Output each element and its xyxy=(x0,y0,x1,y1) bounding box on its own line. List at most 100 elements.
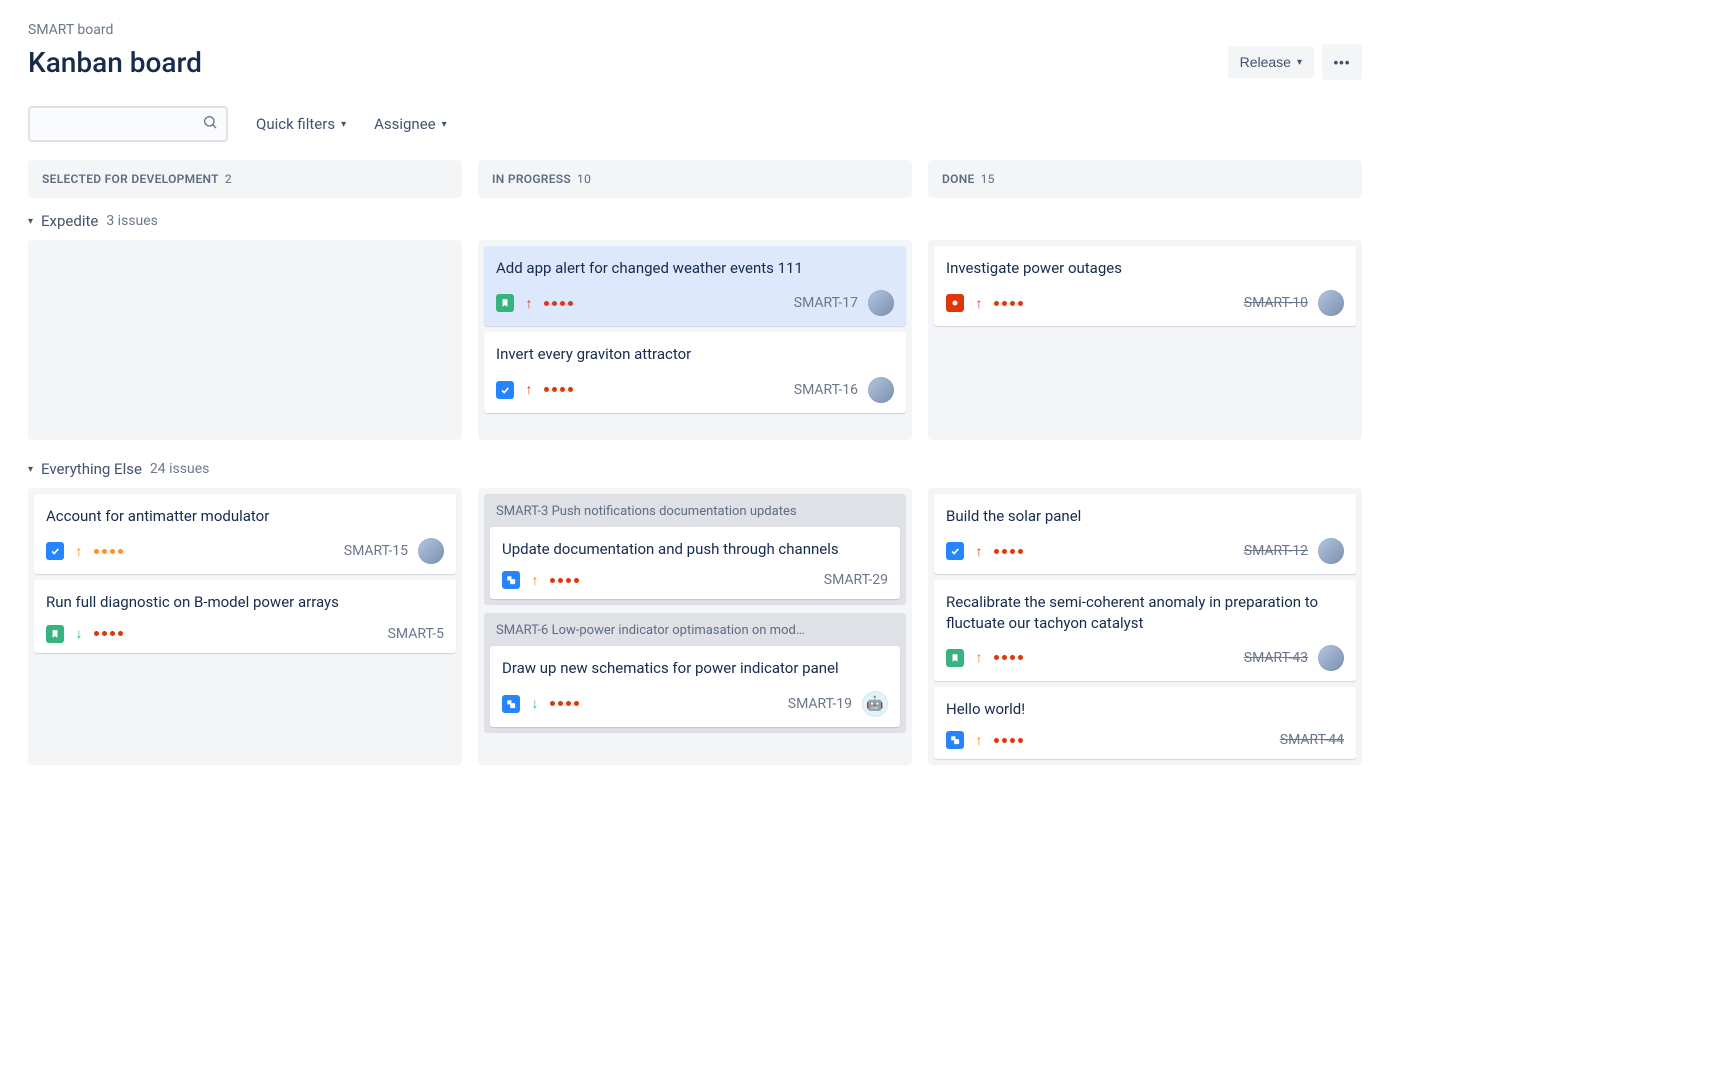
avatar[interactable] xyxy=(868,377,894,403)
story-icon xyxy=(946,649,964,667)
columns-header: SELECTED FOR DEVELOPMENT 2 IN PROGRESS 1… xyxy=(28,160,1362,198)
swimlane-expedite: Add app alert for changed weather events… xyxy=(28,240,1362,440)
avatar[interactable] xyxy=(1318,645,1344,671)
swimlane-name: Expedite xyxy=(41,212,98,230)
group-label: Low-power indicator optimasation on mod… xyxy=(552,623,805,638)
bug-icon xyxy=(946,294,964,312)
issue-key: SMART-15 xyxy=(344,543,408,559)
issue-card[interactable]: Build the solar panel ↑ SMART-12 xyxy=(934,494,1356,574)
column-name: DONE xyxy=(942,172,975,186)
column-name: IN PROGRESS xyxy=(492,172,571,186)
column-body[interactable]: SMART-3 Push notifications documentation… xyxy=(478,488,912,765)
header-actions: Release ▾ ••• xyxy=(1228,44,1362,80)
more-button[interactable]: ••• xyxy=(1322,44,1362,80)
issue-key: SMART-17 xyxy=(794,295,858,311)
issue-key: SMART-44 xyxy=(1280,732,1344,748)
priority-low-icon: ↓ xyxy=(72,625,86,642)
swimlane-header-expedite[interactable]: ▾ Expedite 3 issues xyxy=(28,212,1362,230)
swimlane-name: Everything Else xyxy=(41,460,142,478)
priority-medium-icon: ↑ xyxy=(972,649,986,666)
priority-high-icon: ↑ xyxy=(522,381,536,398)
avatar[interactable] xyxy=(1318,290,1344,316)
column-count: 10 xyxy=(577,172,591,186)
avatar[interactable]: 🤖 xyxy=(862,691,888,717)
column-count: 15 xyxy=(981,172,995,186)
chevron-down-icon: ▾ xyxy=(442,119,447,130)
more-icon: ••• xyxy=(1334,55,1351,70)
subtask-icon xyxy=(502,571,520,589)
priority-low-icon: ↓ xyxy=(528,695,542,712)
column-header[interactable]: IN PROGRESS 10 xyxy=(478,160,912,198)
age-dots-icon xyxy=(994,549,1023,554)
age-dots-icon xyxy=(994,301,1023,306)
swimlane-header-everything-else[interactable]: ▾ Everything Else 24 issues xyxy=(28,460,1362,478)
card-footer: ↑ SMART-44 xyxy=(946,731,1344,749)
release-button[interactable]: Release ▾ xyxy=(1228,46,1314,78)
card-footer: ↓ SMART-19 🤖 xyxy=(502,691,888,717)
task-icon xyxy=(496,381,514,399)
age-dots-icon xyxy=(994,655,1023,660)
card-title: Recalibrate the semi-coherent anomaly in… xyxy=(946,592,1344,633)
issue-card[interactable]: Hello world! ↑ SMART-44 xyxy=(934,687,1356,759)
card-footer: ↑ SMART-15 xyxy=(46,538,444,564)
issue-key: SMART-10 xyxy=(1244,295,1308,311)
issue-card[interactable]: Investigate power outages ↑ SMART-10 xyxy=(934,246,1356,326)
age-dots-icon xyxy=(544,387,573,392)
issue-card[interactable]: Account for antimatter modulator ↑ SMART… xyxy=(34,494,456,574)
task-icon xyxy=(46,542,64,560)
release-label: Release xyxy=(1240,54,1291,70)
search-input[interactable] xyxy=(28,106,228,142)
swimlane-meta: 3 issues xyxy=(106,213,158,229)
group-id: SMART-6 xyxy=(496,623,548,638)
age-dots-icon xyxy=(550,701,579,706)
age-dots-icon xyxy=(94,549,123,554)
subtask-icon xyxy=(502,695,520,713)
issue-key: SMART-29 xyxy=(824,572,888,588)
card-title: Draw up new schematics for power indicat… xyxy=(502,658,888,678)
column-body[interactable]: Investigate power outages ↑ SMART-10 xyxy=(928,240,1362,440)
issue-card[interactable]: Run full diagnostic on B-model power arr… xyxy=(34,580,456,652)
breadcrumb[interactable]: SMART board xyxy=(28,22,1362,38)
assignee-label: Assignee xyxy=(374,115,436,133)
card-footer: ↑ SMART-12 xyxy=(946,538,1344,564)
priority-medium-icon: ↑ xyxy=(972,732,986,749)
group-label: Push notifications documentation updates xyxy=(552,504,797,519)
swimlane-meta: 24 issues xyxy=(150,461,209,477)
group-header: SMART-3 Push notifications documentation… xyxy=(490,500,900,527)
card-title: Account for antimatter modulator xyxy=(46,506,444,526)
column-body[interactable]: Account for antimatter modulator ↑ SMART… xyxy=(28,488,462,765)
priority-high-icon: ↑ xyxy=(972,295,986,312)
issue-card[interactable]: Recalibrate the semi-coherent anomaly in… xyxy=(934,580,1356,681)
column-name: SELECTED FOR DEVELOPMENT xyxy=(42,172,219,186)
avatar[interactable] xyxy=(1318,538,1344,564)
priority-high-icon: ↑ xyxy=(522,295,536,312)
issue-key: SMART-19 xyxy=(788,696,852,712)
avatar[interactable] xyxy=(868,290,894,316)
column-body[interactable] xyxy=(28,240,462,440)
issue-card[interactable]: Draw up new schematics for power indicat… xyxy=(490,646,900,726)
chevron-down-icon: ▾ xyxy=(28,216,33,227)
avatar[interactable] xyxy=(418,538,444,564)
issue-card[interactable]: Update documentation and push through ch… xyxy=(490,527,900,599)
card-group[interactable]: SMART-3 Push notifications documentation… xyxy=(484,494,906,605)
search-icon xyxy=(202,114,218,134)
age-dots-icon xyxy=(550,578,579,583)
column-body[interactable]: Add app alert for changed weather events… xyxy=(478,240,912,440)
column-header[interactable]: SELECTED FOR DEVELOPMENT 2 xyxy=(28,160,462,198)
issue-key: SMART-5 xyxy=(388,626,444,642)
issue-card[interactable]: Add app alert for changed weather events… xyxy=(484,246,906,326)
card-title: Invert every graviton attractor xyxy=(496,344,894,364)
priority-medium-icon: ↑ xyxy=(72,543,86,560)
quick-filters-dropdown[interactable]: Quick filters ▾ xyxy=(256,115,346,133)
card-title: Build the solar panel xyxy=(946,506,1344,526)
card-title: Add app alert for changed weather events… xyxy=(496,258,894,278)
issue-card[interactable]: Invert every graviton attractor ↑ SMART-… xyxy=(484,332,906,412)
assignee-dropdown[interactable]: Assignee ▾ xyxy=(374,115,447,133)
column-header[interactable]: DONE 15 xyxy=(928,160,1362,198)
column-body[interactable]: Build the solar panel ↑ SMART-12 Recalib… xyxy=(928,488,1362,765)
header: Kanban board Release ▾ ••• xyxy=(28,44,1362,80)
toolbar: Quick filters ▾ Assignee ▾ xyxy=(28,106,1362,142)
card-group[interactable]: SMART-6 Low-power indicator optimasation… xyxy=(484,613,906,732)
age-dots-icon xyxy=(94,631,123,636)
story-icon xyxy=(496,294,514,312)
